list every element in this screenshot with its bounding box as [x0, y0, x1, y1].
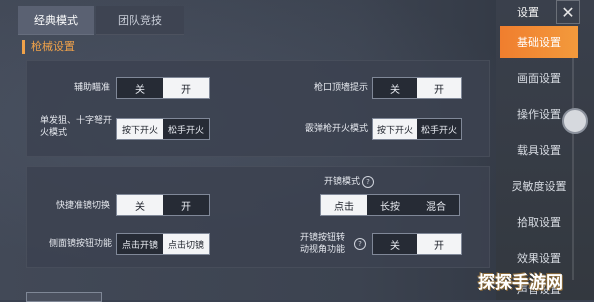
side-scope-button-toggle: 点击开镜 点击切镜: [116, 233, 210, 255]
quick-scope-on-button[interactable]: 开: [163, 195, 209, 215]
scope-button-rotate-label: 开镜按钮转动视角功能: [300, 233, 346, 255]
muzzle-warning-off-button[interactable]: 关: [373, 78, 417, 98]
scope-mode-selector: 点击 长按 混合: [320, 194, 460, 216]
aim-assist-on-button[interactable]: 开: [163, 78, 209, 98]
shotgun-press-button[interactable]: 按下开火: [373, 119, 417, 139]
quick-scope-off-button[interactable]: 关: [117, 195, 163, 215]
aim-assist-off-button[interactable]: 关: [117, 78, 163, 98]
close-icon[interactable]: ✕: [556, 0, 580, 24]
scope-mode-tap-button[interactable]: 点击: [321, 195, 367, 215]
single-fire-mode-toggle: 按下开火 松手开火: [116, 118, 210, 140]
side-scope-button-label: 侧面镜按钮功能: [48, 239, 112, 249]
tab-classic-mode[interactable]: 经典模式: [18, 6, 94, 35]
quick-scope-label: 快捷准镜切换: [55, 201, 110, 211]
muzzle-warning-label: 枪口顶墙提示: [313, 83, 368, 93]
quick-scope-toggle: 关 开: [116, 194, 210, 216]
weapon-settings-panel: [26, 60, 490, 157]
tab-team-deathmatch[interactable]: 团队竞技: [96, 6, 184, 35]
single-fire-release-button[interactable]: 松手开火: [163, 119, 209, 139]
sidebar-item-sensitivity-settings[interactable]: 灵敏度设置: [500, 170, 578, 202]
scope-button-rotate-toggle: 关 开: [372, 233, 462, 255]
mode-tabs: 经典模式 团队竞技: [18, 6, 488, 35]
scope-button-help-icon[interactable]: ?: [354, 238, 366, 250]
sidebar-item-graphics-settings[interactable]: 画面设置: [500, 62, 578, 94]
single-fire-press-button[interactable]: 按下开火: [117, 119, 163, 139]
shotgun-release-button[interactable]: 松手开火: [417, 119, 461, 139]
scope-mode-label: 开镜模式: [323, 177, 360, 187]
sidebar-scroll-knob[interactable]: [562, 108, 588, 134]
sidebar-item-vehicle-settings[interactable]: 载具设置: [500, 134, 578, 166]
sidebar-item-basic-settings[interactable]: 基础设置: [500, 26, 578, 58]
muzzle-warning-toggle: 关 开: [372, 77, 462, 99]
shotgun-fire-label: 霰弹枪开火模式: [304, 124, 368, 134]
settings-title: 设置: [517, 6, 539, 19]
scope-mode-help-icon[interactable]: ?: [362, 176, 374, 188]
side-scope-open-button[interactable]: 点击开镜: [117, 234, 163, 254]
aim-assist-label: 辅助瞄准: [73, 83, 110, 93]
section-title-weapon-settings: 枪械设置: [22, 40, 75, 54]
scope-button-rotate-off-button[interactable]: 关: [373, 234, 417, 254]
aim-assist-toggle: 关 开: [116, 77, 210, 99]
watermark-text: 探探手游网: [478, 273, 563, 293]
shotgun-fire-mode-toggle: 按下开火 松手开火: [372, 118, 462, 140]
sidebar-item-pickup-settings[interactable]: 拾取设置: [500, 206, 578, 238]
next-panel-edge: [26, 292, 102, 302]
scope-button-rotate-on-button[interactable]: 开: [417, 234, 461, 254]
scope-mode-hold-button[interactable]: 长按: [367, 195, 413, 215]
muzzle-warning-on-button[interactable]: 开: [417, 78, 461, 98]
side-scope-switch-button[interactable]: 点击切镜: [163, 234, 209, 254]
single-fire-label: 单发狙、十字弩开火模式: [40, 116, 113, 138]
scope-mode-mixed-button[interactable]: 混合: [413, 195, 459, 215]
